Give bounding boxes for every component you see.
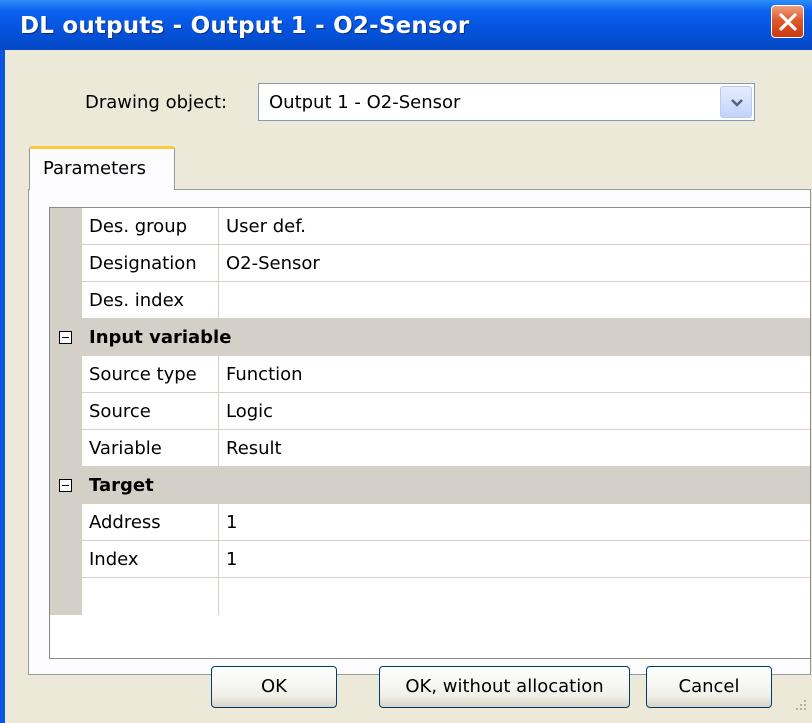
drawing-object-label: Drawing object: (85, 92, 228, 113)
property-row-des-index[interactable]: Des. index (50, 282, 810, 319)
property-value: Logic (226, 401, 274, 422)
drawing-object-select[interactable]: Output 1 - O2-Sensor (258, 83, 755, 121)
property-row-source[interactable]: Source Logic (50, 393, 810, 430)
property-row-address[interactable]: Address 1 (50, 504, 810, 541)
tab-panel-parameters: Des. group User def. Designation O2-Sens… (28, 189, 811, 675)
property-row-designation[interactable]: Designation O2-Sensor (50, 245, 810, 282)
ok-button[interactable]: OK (211, 666, 337, 708)
category-input-variable[interactable]: Input variable (50, 319, 810, 356)
property-value: O2-Sensor (226, 253, 320, 274)
property-value: Result (226, 438, 282, 459)
close-icon (779, 13, 797, 31)
drawing-object-value: Output 1 - O2-Sensor (269, 92, 461, 113)
category-label: Target (89, 475, 154, 496)
property-row-variable[interactable]: Variable Result (50, 430, 810, 467)
property-row-des-group[interactable]: Des. group User def. (50, 208, 810, 245)
close-button[interactable] (771, 5, 804, 38)
dropdown-button[interactable] (720, 86, 752, 118)
dialog-window: DL outputs - Output 1 - O2-Sensor Drawin… (0, 0, 812, 723)
property-name: Designation (89, 253, 197, 274)
resize-grip-icon[interactable] (790, 696, 810, 716)
tab-parameters-label: Parameters (43, 158, 147, 179)
property-name: Index (89, 549, 139, 570)
chevron-down-icon (731, 99, 743, 107)
property-value: Function (226, 364, 303, 385)
window-title: DL outputs - Output 1 - O2-Sensor (20, 13, 470, 39)
title-bar[interactable]: DL outputs - Output 1 - O2-Sensor (0, 0, 812, 50)
property-name: Variable (89, 438, 162, 459)
property-name: Des. group (89, 216, 188, 237)
ok-without-allocation-button[interactable]: OK, without allocation (379, 666, 630, 708)
property-row-source-type[interactable]: Source type Function (50, 356, 810, 393)
property-value: 1 (226, 549, 238, 570)
category-target[interactable]: Target (50, 467, 810, 504)
property-row-index[interactable]: Index 1 (50, 541, 810, 578)
property-name: Source (89, 401, 151, 422)
cancel-button[interactable]: Cancel (646, 666, 772, 708)
category-label: Input variable (89, 327, 232, 348)
collapse-icon[interactable] (59, 479, 72, 492)
property-name: Source type (89, 364, 197, 385)
property-value: 1 (226, 512, 238, 533)
property-value: User def. (226, 216, 306, 237)
dialog-body: Drawing object: Output 1 - O2-Sensor Par… (5, 50, 812, 723)
property-grid: Des. group User def. Designation O2-Sens… (49, 207, 811, 659)
property-name: Des. index (89, 290, 185, 311)
tab-parameters[interactable]: Parameters (29, 146, 175, 190)
collapse-icon[interactable] (59, 331, 72, 344)
property-row-empty (50, 578, 810, 615)
property-name: Address (89, 512, 161, 533)
